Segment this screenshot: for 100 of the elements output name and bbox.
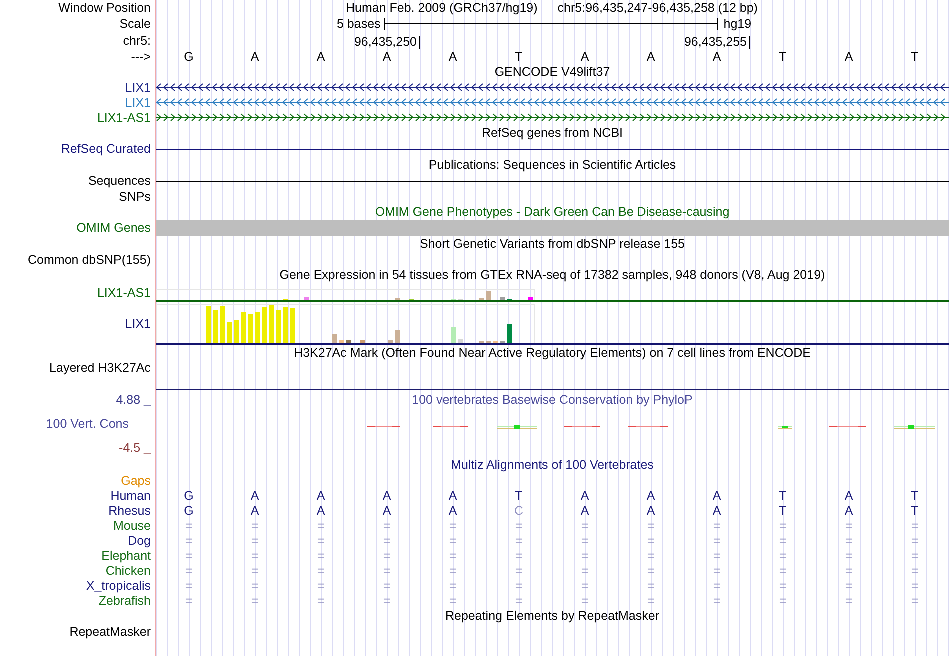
aligned-base: T	[911, 488, 919, 502]
aligned-base: =	[647, 518, 655, 532]
track-label[interactable]: LIX1-AS1	[97, 110, 151, 124]
track-label[interactable]: Sequences	[88, 174, 151, 188]
base-letter: A	[580, 50, 590, 64]
track-label[interactable]: SNPs	[119, 190, 151, 204]
aligned-base: =	[383, 518, 391, 532]
aligned-base: =	[251, 534, 259, 548]
base-letter: A	[646, 50, 656, 64]
track-title: H3K27Ac Mark (Often Found Near Active Regulatory Elements) on 7 cell lines from ENCODE	[293, 346, 812, 360]
track-label[interactable]: RefSeq Curated	[61, 142, 151, 156]
base-letter: A	[712, 50, 722, 64]
track-label[interactable]: Rhesus	[108, 504, 151, 518]
track-label[interactable]: OMIM Genes	[76, 221, 151, 235]
base-letter: T	[779, 50, 787, 64]
coordinate-label: 96,435,250	[354, 36, 420, 49]
track-label[interactable]: Mouse	[113, 518, 151, 532]
aligned-base: A	[844, 488, 854, 502]
aligned-base: G	[184, 488, 194, 502]
track-label[interactable]: X_tropicalis	[86, 578, 151, 592]
aligned-base: =	[317, 534, 325, 548]
aligned-base: A	[250, 504, 260, 518]
aligned-base: =	[185, 548, 193, 562]
base-letter: T	[911, 50, 919, 64]
track-title: Publications: Sequences in Scientific Articles	[428, 158, 678, 172]
aligned-base: =	[713, 518, 721, 532]
aligned-base: A	[448, 488, 458, 502]
track-label[interactable]: LIX1	[125, 96, 151, 110]
aligned-base: =	[251, 578, 259, 592]
aligned-base: =	[317, 518, 325, 532]
aligned-base: =	[317, 564, 325, 578]
aligned-base: =	[317, 548, 325, 562]
aligned-base: G	[184, 504, 194, 518]
aligned-base: A	[712, 504, 722, 518]
aligned-base: =	[911, 594, 919, 608]
track-label: --->	[131, 50, 151, 64]
aligned-base: =	[317, 578, 325, 592]
aligned-base: =	[581, 594, 589, 608]
aligned-base: =	[449, 594, 457, 608]
aligned-base: A	[646, 504, 656, 518]
track-label: Window Position	[58, 1, 151, 15]
track-label: chr5:	[123, 34, 151, 48]
track-label[interactable]: Zebrafish	[98, 594, 151, 608]
aligned-base: =	[185, 564, 193, 578]
aligned-base: =	[251, 564, 259, 578]
track-label[interactable]: Layered H3K27Ac	[50, 361, 151, 375]
aligned-base: =	[911, 548, 919, 562]
track-title: GENCODE V49lift37	[494, 65, 612, 79]
aligned-base: =	[911, 564, 919, 578]
aligned-base: =	[779, 518, 787, 532]
aligned-base: =	[581, 548, 589, 562]
gene-strand-drawing[interactable]	[156, 83, 949, 92]
aligned-base: =	[779, 564, 787, 578]
track-label[interactable]: Elephant	[102, 548, 151, 562]
track-label[interactable]: LIX1-AS1	[97, 286, 151, 300]
aligned-base: A	[250, 488, 260, 502]
aligned-base: =	[449, 534, 457, 548]
track-label[interactable]: 100 Vert. Cons	[46, 417, 129, 431]
aligned-base: C	[514, 504, 524, 518]
aligned-base: =	[515, 594, 523, 608]
aligned-base: T	[515, 488, 523, 502]
base-letter: A	[844, 50, 854, 64]
aligned-base: =	[251, 518, 259, 532]
axis-min-label: -4.5 _	[119, 441, 151, 455]
track-label[interactable]: Dog	[128, 534, 151, 548]
aligned-base: A	[316, 488, 326, 502]
track-label[interactable]: LIX1	[125, 316, 151, 330]
track-label[interactable]: LIX1	[125, 80, 151, 94]
aligned-base: =	[383, 548, 391, 562]
track-label[interactable]: RepeatMasker	[70, 624, 151, 638]
aligned-base: =	[779, 548, 787, 562]
gene-strand-drawing[interactable]	[156, 113, 949, 122]
aligned-base: =	[449, 548, 457, 562]
aligned-base: A	[712, 488, 722, 502]
aligned-base: =	[449, 518, 457, 532]
aligned-base: =	[845, 594, 853, 608]
aligned-base: =	[581, 518, 589, 532]
aligned-base: =	[185, 594, 193, 608]
aligned-base: A	[646, 488, 656, 502]
aligned-base: A	[448, 504, 458, 518]
track-label[interactable]: Common dbSNP(155)	[28, 252, 151, 266]
track-title: Gene Expression in 54 tissues from GTEx RNA-seq of 17382 samples, 948 donors (V8, Aug 2019)	[278, 268, 826, 282]
track-title: Multiz Alignments of 100 Vertebrates	[450, 458, 655, 472]
aligned-base: =	[845, 518, 853, 532]
aligned-base: =	[383, 564, 391, 578]
aligned-base: A	[382, 488, 392, 502]
aligned-base: =	[911, 518, 919, 532]
aligned-base: =	[383, 594, 391, 608]
aligned-base: =	[647, 534, 655, 548]
aligned-base: A	[316, 504, 326, 518]
aligned-base: =	[713, 594, 721, 608]
track-label[interactable]: Human	[110, 488, 151, 502]
aligned-base: =	[647, 564, 655, 578]
aligned-base: =	[911, 534, 919, 548]
track-label[interactable]: Chicken	[106, 564, 151, 578]
aligned-base: =	[779, 534, 787, 548]
aligned-base: A	[844, 504, 854, 518]
track-title: 100 vertebrates Basewise Conservation by PhyloP	[411, 392, 694, 407]
aligned-base: T	[779, 488, 787, 502]
aligned-base: =	[713, 534, 721, 548]
